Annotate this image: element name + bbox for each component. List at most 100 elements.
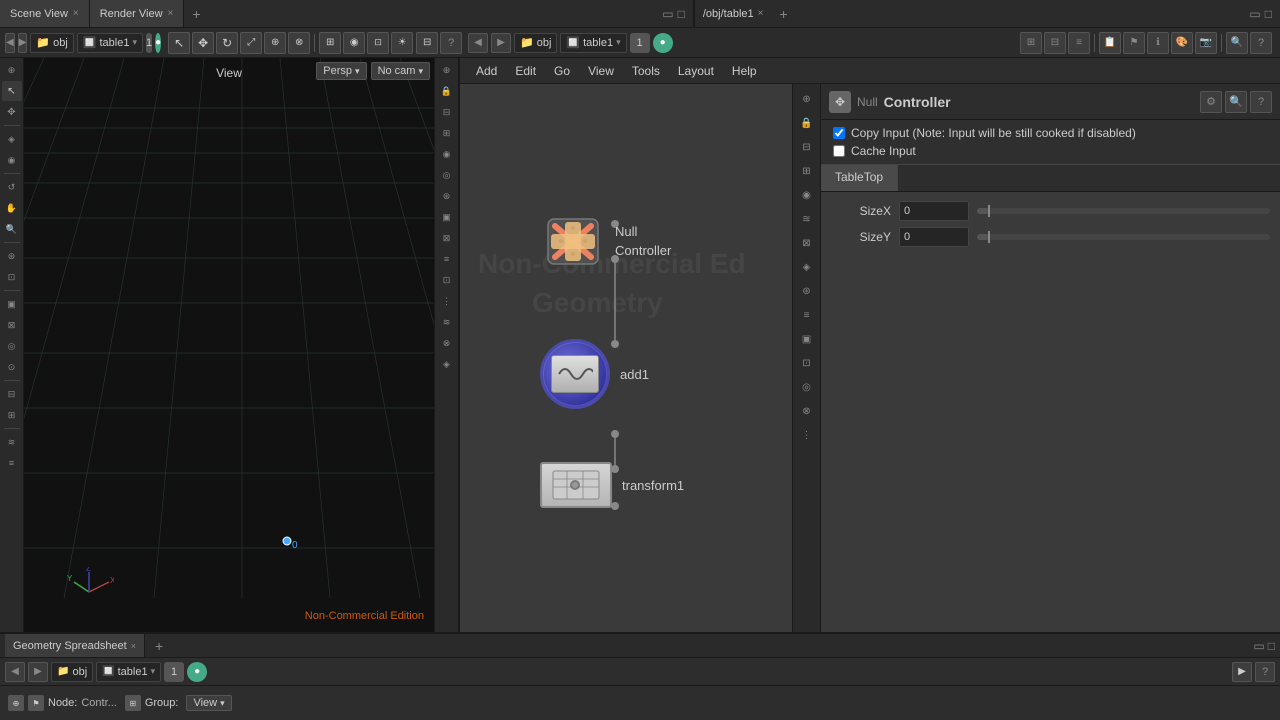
transform-icon[interactable]: ⊕ (264, 32, 286, 54)
scene-view-tab-close[interactable]: × (73, 8, 79, 19)
right-path-close[interactable]: × (758, 8, 764, 19)
rs-icon9[interactable]: ⊠ (437, 228, 457, 248)
ner-icon8[interactable]: ◈ (796, 256, 818, 278)
handle2-icon[interactable]: ⊠ (2, 315, 22, 335)
ner-icon1[interactable]: ⊕ (796, 88, 818, 110)
tumble-icon[interactable]: ↺ (2, 177, 22, 197)
add1-node[interactable]: add1 (540, 339, 649, 409)
rs-icon3[interactable]: ⊟ (437, 102, 457, 122)
transform1-node[interactable]: transform1 (540, 462, 684, 508)
circle-btn-left[interactable]: ● (155, 33, 161, 53)
pivot-icon[interactable]: ⊛ (2, 246, 22, 266)
handle4-icon[interactable]: ⊙ (2, 357, 22, 377)
tabletop-tab[interactable]: TableTop (821, 165, 898, 191)
add-bottom-tab[interactable]: + (149, 638, 169, 654)
param-slider-sizey[interactable] (977, 234, 1270, 240)
ne-search-icon[interactable]: 🔍 (1226, 32, 1248, 54)
frame-icon[interactable]: ⊡ (2, 267, 22, 287)
add-right-tab-button[interactable]: + (771, 6, 795, 22)
param-value-sizey[interactable]: 0 (899, 227, 969, 247)
props-gear-icon[interactable]: ⚙ (1200, 91, 1222, 113)
bottom-collapse-icon[interactable]: ▭ (1253, 639, 1264, 653)
handle-icon[interactable]: ⊗ (288, 32, 310, 54)
ner-icon2[interactable]: 🔒 (796, 112, 818, 134)
pan-icon[interactable]: ✋ (2, 198, 22, 218)
ner-icon12[interactable]: ⊡ (796, 352, 818, 374)
rs-icon8[interactable]: ▣ (437, 207, 457, 227)
rs-icon1[interactable]: ⊕ (437, 60, 457, 80)
render-icon[interactable]: ◉ (343, 32, 365, 54)
param-value-sizex[interactable]: 0 (899, 201, 969, 221)
null-controller-node[interactable]: Null Controller (540, 214, 671, 269)
ner-icon15[interactable]: ⋮ (796, 424, 818, 446)
scale-icon[interactable]: ⤢ (240, 32, 262, 54)
perspective-dropdown[interactable]: Persp ▾ (316, 62, 366, 80)
ner-icon10[interactable]: ≡ (796, 304, 818, 326)
menu-edit[interactable]: Edit (507, 62, 544, 80)
rs-icon10[interactable]: ≡ (437, 249, 457, 269)
ner-icon9[interactable]: ⊛ (796, 280, 818, 302)
handle1-icon[interactable]: ▣ (2, 294, 22, 314)
ner-icon3[interactable]: ⊟ (796, 136, 818, 158)
forward-button[interactable]: ▶ (18, 33, 28, 53)
camera-dropdown[interactable]: No cam ▾ (371, 62, 430, 80)
select-icon[interactable]: ↖ (168, 32, 190, 54)
menu-help[interactable]: Help (724, 62, 765, 80)
menu-view[interactable]: View (580, 62, 622, 80)
ner-icon13[interactable]: ◎ (796, 376, 818, 398)
rs-icon13[interactable]: ≋ (437, 312, 457, 332)
node-flag-icon[interactable]: ⚑ (28, 695, 44, 711)
view-mode-icon[interactable]: ⊕ (2, 60, 22, 80)
ner-icon7[interactable]: ⊠ (796, 232, 818, 254)
ne-help-icon[interactable]: ? (1250, 32, 1272, 54)
node-canvas[interactable]: Non-Commercial Ed Geometry (460, 84, 820, 632)
bottom-circle-btn[interactable]: ● (187, 662, 207, 682)
render-view-tab-close[interactable]: × (168, 8, 174, 19)
bottom-forward-btn[interactable]: ▶ (28, 662, 48, 682)
rs-icon12[interactable]: ⋮ (437, 291, 457, 311)
rs-icon6[interactable]: ◎ (437, 165, 457, 185)
copy-input-checkbox-row[interactable]: Copy Input (Note: Input will be still co… (833, 126, 1268, 140)
bottom-help-btn[interactable]: ? (1255, 662, 1275, 682)
handle3-icon[interactable]: ◎ (2, 336, 22, 356)
props-search-icon[interactable]: 🔍 (1225, 91, 1247, 113)
expand-icon[interactable]: □ (678, 7, 685, 21)
geometry-spreadsheet-close[interactable]: × (131, 641, 136, 651)
collapse-icon[interactable]: ▭ (662, 7, 673, 21)
rs-icon2[interactable]: 🔒 (437, 81, 457, 101)
ne-parm-icon[interactable]: 📋 (1099, 32, 1121, 54)
bottom-expand-icon[interactable]: □ (1268, 639, 1275, 653)
more2-icon[interactable]: ≡ (2, 453, 22, 473)
view-dropdown[interactable]: View ▾ (186, 695, 231, 711)
camera-icon[interactable]: ⊡ (367, 32, 389, 54)
ne-back-button[interactable]: ◀ (468, 33, 488, 53)
sop-mode-icon[interactable]: ◉ (2, 150, 22, 170)
ne-obj-breadcrumb[interactable]: 📁 obj (514, 33, 557, 53)
group-icon[interactable]: ⊞ (125, 695, 141, 711)
right-expand-icon[interactable]: □ (1265, 7, 1272, 21)
ne-tile-icon[interactable]: ⊟ (1044, 32, 1066, 54)
geometry-spreadsheet-tab[interactable]: Geometry Spreadsheet × (5, 634, 145, 657)
ne-table1-breadcrumb[interactable]: 🔲 table1 ▾ (560, 33, 626, 53)
zoom-icon[interactable]: 🔍 (2, 219, 22, 239)
menu-add[interactable]: Add (468, 62, 505, 80)
rs-icon14[interactable]: ⊗ (437, 333, 457, 353)
rs-icon15[interactable]: ◈ (437, 354, 457, 374)
snap2-icon[interactable]: ⊞ (2, 405, 22, 425)
right-collapse-icon[interactable]: ▭ (1249, 7, 1260, 21)
scene-view-tab[interactable]: Scene View × (0, 0, 90, 27)
snap-icon[interactable]: ⊟ (416, 32, 438, 54)
menu-tools[interactable]: Tools (624, 62, 668, 80)
cache-input-checkbox[interactable] (833, 145, 845, 157)
ne-screenshot-icon[interactable]: 📷 (1195, 32, 1217, 54)
bottom-play-btn[interactable]: ▶ (1232, 662, 1252, 682)
ne-palette-icon[interactable]: 🎨 (1171, 32, 1193, 54)
ne-circle-btn[interactable]: ● (653, 33, 673, 53)
help-icon[interactable]: ? (440, 32, 462, 54)
obj-breadcrumb[interactable]: 📁 obj (30, 33, 73, 53)
select-mode-icon[interactable]: ↖ (2, 81, 22, 101)
ner-icon11[interactable]: ▣ (796, 328, 818, 350)
ne-forward-button[interactable]: ▶ (491, 33, 511, 53)
rotate-icon[interactable]: ↻ (216, 32, 238, 54)
ner-icon6[interactable]: ≋ (796, 208, 818, 230)
